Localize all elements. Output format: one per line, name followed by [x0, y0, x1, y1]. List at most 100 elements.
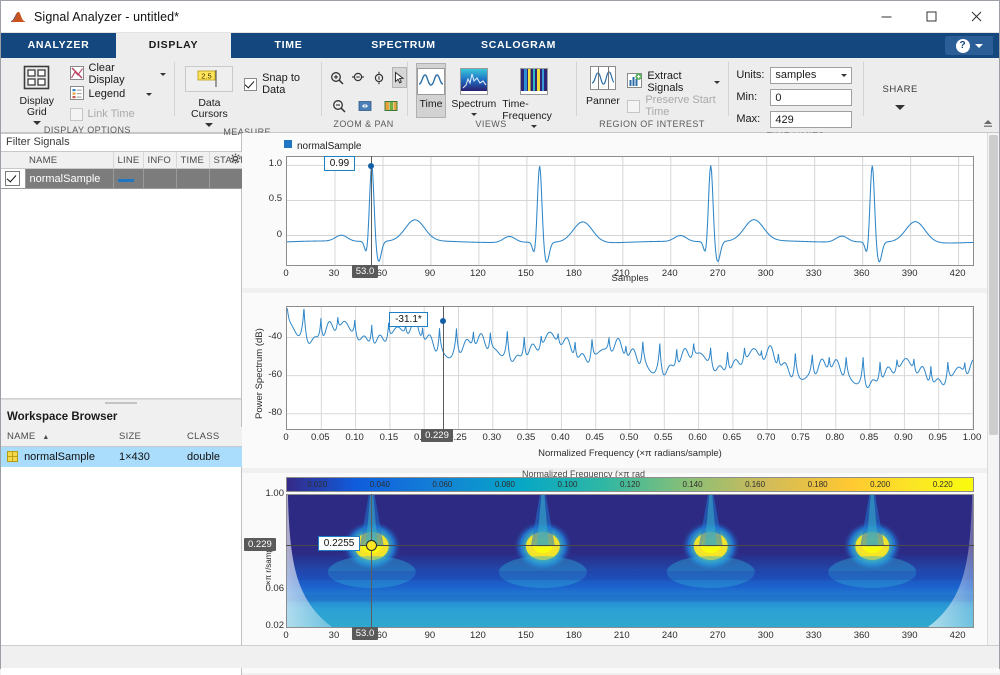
- time-plot-axes[interactable]: [286, 156, 974, 266]
- colorbar-tick: 0.100: [549, 480, 585, 489]
- signal-visible-checkbox[interactable]: [1, 169, 25, 189]
- colorbar-tick: 0.060: [424, 480, 460, 489]
- ribbon-group-region-of-interest: Panner Extract Signals Preserve Start Ti…: [576, 58, 729, 132]
- pane-splitter[interactable]: [1, 399, 241, 407]
- max-input[interactable]: 429: [770, 111, 852, 128]
- ribbon-group-zoom-pan: ZOOM & PAN: [321, 58, 407, 132]
- chevron-down-icon[interactable]: [471, 113, 477, 116]
- legend-swatch: [284, 140, 292, 148]
- gear-icon[interactable]: [230, 153, 241, 167]
- spectrum-xtick: 0.70: [750, 432, 782, 443]
- spectrum-plot-value-label[interactable]: -31.1*: [389, 312, 428, 327]
- spectrum-xtick: 0.85: [853, 432, 885, 443]
- signals-header-info[interactable]: INFO: [143, 152, 176, 169]
- legend-button[interactable]: Legend: [70, 84, 166, 104]
- fit-to-view-icon[interactable]: [355, 95, 376, 116]
- scalogram-xtick: 120: [466, 630, 490, 641]
- zoom-in-icon[interactable]: [329, 67, 345, 88]
- view-spectrum-button[interactable]: Spectrum: [450, 63, 497, 118]
- signals-header-name[interactable]: NAME: [25, 152, 113, 169]
- maximize-button[interactable]: [909, 1, 954, 32]
- spectrum-plot-card: -40-60-80 00.050.100.150.200.250.300.350…: [242, 293, 999, 468]
- display-grid-button[interactable]: Display Grid: [10, 63, 64, 125]
- chevron-down-icon[interactable]: [160, 73, 166, 76]
- ribbon-toolbar: Display Grid Clear Display: [1, 58, 999, 133]
- view-time-frequency-button[interactable]: Time-Frequency: [501, 63, 567, 118]
- units-select[interactable]: samples: [770, 67, 852, 84]
- main-content: Filter Signals NAME LINE INFO TIME START: [1, 133, 999, 675]
- scalogram-xtick: 150: [514, 630, 538, 641]
- spectrum-plot-cursor-x-label[interactable]: 0.229: [421, 429, 453, 442]
- share-button[interactable]: SHARE: [875, 79, 925, 110]
- view-time-button[interactable]: Samples Time: [416, 63, 447, 118]
- signals-header-line[interactable]: LINE: [113, 152, 143, 169]
- plots-scrollbar[interactable]: [987, 133, 999, 653]
- title-bar: Signal Analyzer - untitled*: [1, 1, 999, 33]
- scalogram-plot-axes[interactable]: [286, 494, 974, 628]
- scalogram-cursor-vline[interactable]: [371, 494, 372, 628]
- chevron-down-icon[interactable]: [714, 81, 720, 84]
- time-wave-icon: [417, 68, 445, 95]
- pointer-icon[interactable]: [392, 67, 407, 88]
- help-button[interactable]: ?: [945, 36, 993, 55]
- zoom-x-icon[interactable]: [350, 67, 366, 88]
- ribbon-group-time-limits: Units: samples Min: 0 Max: 429 TIME LIMI…: [728, 58, 863, 132]
- time-plot-value-label[interactable]: 0.99: [324, 156, 355, 171]
- extract-signals-button[interactable]: Extract Signals: [627, 72, 720, 92]
- snap-to-data-checkbox[interactable]: Snap to Data: [244, 74, 312, 94]
- tab-time[interactable]: TIME: [231, 33, 346, 58]
- zoom-y-icon[interactable]: [371, 67, 387, 88]
- zoom-out-icon[interactable]: [329, 95, 350, 116]
- clear-display-button[interactable]: Clear Display: [70, 64, 166, 84]
- signals-header-row: NAME LINE INFO TIME START: [1, 152, 242, 169]
- signals-empty-area: [1, 189, 241, 399]
- scalogram-point-value-label[interactable]: 0.2255: [318, 536, 361, 551]
- units-label: Units:: [736, 69, 770, 81]
- workspace-header-class[interactable]: CLASS: [181, 427, 242, 447]
- minimize-button[interactable]: [864, 1, 909, 32]
- table-row[interactable]: normalSample: [1, 169, 242, 189]
- scalogram-cursor-y-label[interactable]: 0.229: [244, 538, 276, 551]
- clear-display-label: Clear Display: [89, 62, 139, 86]
- units-value: samples: [775, 67, 816, 84]
- scalogram-cursor-x-label[interactable]: 53.0: [352, 627, 379, 640]
- collapse-ribbon-icon[interactable]: [982, 117, 994, 129]
- max-label: Max:: [736, 113, 770, 125]
- workspace-empty-area: [1, 467, 241, 675]
- scalogram-xtick: 420: [946, 630, 970, 641]
- min-input[interactable]: 0: [770, 89, 852, 106]
- tab-spectrum[interactable]: SPECTRUM: [346, 33, 461, 58]
- close-button[interactable]: [954, 1, 999, 32]
- scalogram-ytick: 1.00: [252, 488, 284, 499]
- chevron-down-icon[interactable]: [146, 93, 152, 96]
- time-plot-cursor-line[interactable]: [371, 156, 372, 266]
- colorbar-tick: 0.020: [299, 480, 335, 489]
- scalogram-cursor-hline[interactable]: [286, 545, 974, 546]
- colorbar-tick: 0.080: [487, 480, 523, 489]
- tab-display[interactable]: DISPLAY: [116, 33, 231, 58]
- pan-icon[interactable]: [381, 95, 402, 116]
- spectrum-xtick: 0.50: [613, 432, 645, 443]
- spectrum-plot-ylabel: Power Spectrum (dB): [254, 328, 265, 419]
- signal-name: normalSample: [25, 169, 113, 189]
- list-item[interactable]: normalSample 1×430 double: [1, 446, 242, 467]
- tab-scalogram[interactable]: SCALOGRAM: [461, 33, 576, 58]
- time-plot-legend[interactable]: normalSample: [284, 140, 361, 152]
- spectrum-xtick: 0.45: [579, 432, 611, 443]
- scalogram-xtick: 0: [274, 630, 298, 641]
- time-plot-cursor-x-label[interactable]: 53.0: [352, 265, 379, 278]
- tab-analyzer[interactable]: ANALYZER: [1, 33, 116, 58]
- workspace-header-name[interactable]: NAME ▲: [1, 427, 113, 447]
- colorbar-tick: 0.040: [362, 480, 398, 489]
- signals-header-start[interactable]: START: [209, 152, 242, 169]
- view-time-text: Time: [419, 98, 442, 110]
- spectrum-xtick: 0: [270, 432, 302, 443]
- panner-button[interactable]: Panner: [585, 64, 622, 107]
- signals-header-time[interactable]: TIME: [176, 152, 209, 169]
- scalogram-xtick: 390: [898, 630, 922, 641]
- data-cursors-button[interactable]: 2.5 Data Cursors: [183, 64, 236, 127]
- extract-signals-icon: [627, 73, 642, 91]
- workspace-var-size: 1×430: [113, 446, 181, 467]
- spectrum-plot-cursor-line[interactable]: [443, 306, 444, 430]
- workspace-header-size[interactable]: SIZE: [113, 427, 181, 447]
